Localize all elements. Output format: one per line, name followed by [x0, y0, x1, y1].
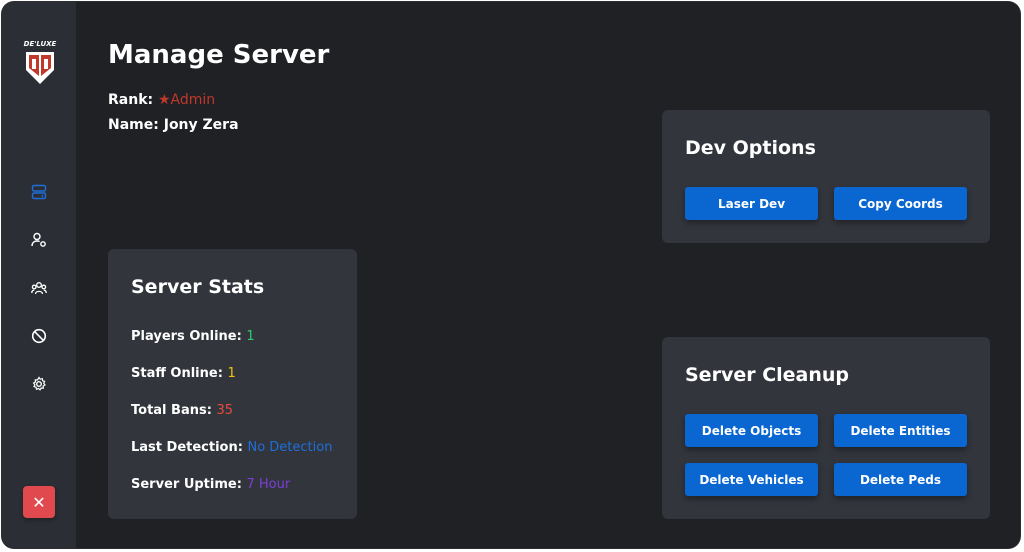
server-uptime-value: 7 Hour	[246, 477, 291, 492]
server-stats-title: Server Stats	[131, 276, 265, 298]
close-button[interactable]: ✕	[23, 486, 55, 518]
users-icon	[31, 282, 47, 295]
sidebar-item-settings[interactable]	[29, 374, 49, 394]
server-icon	[31, 184, 47, 200]
delete-vehicles-button[interactable]: Delete Vehicles	[685, 463, 818, 496]
gear-icon	[32, 376, 46, 391]
ban-icon	[31, 328, 47, 344]
staff-online-stat: Staff Online: 1	[131, 366, 236, 381]
name-line: Name: Jony Zera	[108, 117, 239, 133]
logo-text: DE'LUXE	[23, 40, 57, 48]
dev-options-card: Dev Options Laser Dev Copy Coords	[662, 110, 990, 243]
user-gear-icon	[31, 232, 46, 247]
server-uptime-stat: Server Uptime: 7 Hour	[131, 477, 290, 492]
sidebar-item-server[interactable]	[29, 182, 49, 202]
sidebar: DE'LUXE ✕	[2, 2, 76, 548]
server-stats-card: Server Stats Players Online: 1 Staff Onl…	[108, 249, 357, 519]
delete-peds-button[interactable]: Delete Peds	[834, 463, 967, 496]
total-bans-label: Total Bans:	[131, 403, 212, 418]
players-online-stat: Players Online: 1	[131, 329, 255, 344]
rank-value: Admin	[170, 92, 216, 108]
logo: DE'LUXE	[22, 40, 58, 88]
staff-online-label: Staff Online:	[131, 366, 223, 381]
app-window: DE'LUXE ✕ Manage Server Rank: ★Admin Nam…	[2, 2, 1020, 548]
last-detection-label: Last Detection:	[131, 440, 243, 455]
name-label: Name:	[108, 117, 159, 133]
name-value: Jony Zera	[163, 117, 239, 133]
last-detection-value: No Detection	[247, 440, 333, 455]
last-detection-stat: Last Detection: No Detection	[131, 440, 332, 455]
logo-shield-icon	[26, 52, 54, 84]
rank-label: Rank:	[108, 92, 154, 108]
staff-online-value: 1	[227, 366, 236, 381]
page-title: Manage Server	[108, 40, 330, 70]
total-bans-value: 35	[216, 403, 233, 418]
players-online-value: 1	[246, 329, 255, 344]
rank-line: Rank: ★Admin	[108, 92, 215, 108]
star-icon: ★	[157, 92, 171, 108]
delete-entities-button[interactable]: Delete Entities	[834, 414, 967, 447]
sidebar-item-user-settings[interactable]	[29, 230, 49, 250]
delete-objects-button[interactable]: Delete Objects	[685, 414, 818, 447]
server-uptime-label: Server Uptime:	[131, 477, 242, 492]
players-online-label: Players Online:	[131, 329, 242, 344]
server-cleanup-title: Server Cleanup	[685, 364, 850, 386]
copy-coords-button[interactable]: Copy Coords	[834, 187, 967, 220]
sidebar-item-players[interactable]	[29, 278, 49, 298]
server-cleanup-card: Server Cleanup Delete Objects Delete Ent…	[662, 337, 990, 519]
sidebar-item-bans[interactable]	[29, 326, 49, 346]
total-bans-stat: Total Bans: 35	[131, 403, 233, 418]
laser-dev-button[interactable]: Laser Dev	[685, 187, 818, 220]
dev-options-title: Dev Options	[685, 137, 816, 159]
